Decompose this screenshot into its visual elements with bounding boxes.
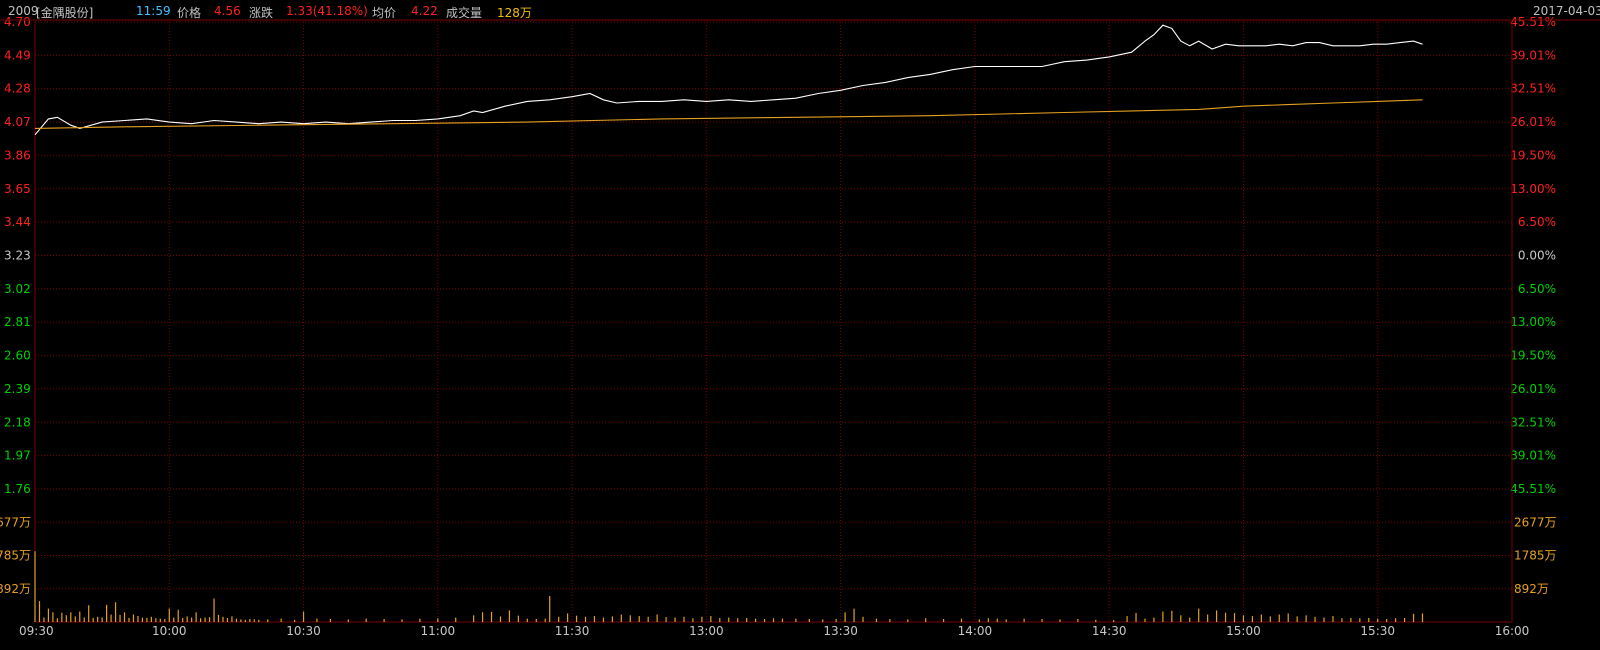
time-tick-label: 14:00 (958, 624, 993, 638)
price-tick-label: 4.49 (4, 48, 31, 62)
price-tick-label: 3.44 (4, 215, 31, 229)
percent-tick-label: 32.51% (1510, 82, 1556, 96)
price-tick-label: 2.18 (4, 415, 31, 429)
percent-tick-label: 19.50% (1510, 148, 1556, 162)
volume-tick-label: 892万 (0, 582, 31, 596)
price-tick-label: 3.65 (4, 182, 31, 196)
percent-tick-label: 19.50% (1510, 349, 1556, 363)
volume-tick-label: 1785万 (0, 549, 31, 563)
time-tick-label: 10:00 (152, 624, 187, 638)
percent-tick-label: 26.01% (1510, 115, 1556, 129)
price-tick-label: 3.86 (4, 148, 31, 162)
time-tick-label: 14:30 (1092, 624, 1127, 638)
percent-tick-label: 39.01% (1510, 48, 1556, 62)
price-tick-label: 4.28 (4, 82, 31, 96)
time-tick-label: 09:30 (19, 624, 54, 638)
price-tick-label: 1.97 (4, 449, 31, 463)
time-tick-label: 10:30 (286, 624, 321, 638)
intraday-chart: 4.70 45.51% 4.49 39.01% 4.28 32.51% 4.07 26.01%… (0, 15, 1600, 638)
percent-tick-label: 6.50% (1518, 215, 1556, 229)
percent-tick-label: 13.00% (1510, 182, 1556, 196)
percent-tick-label: 39.01% (1510, 449, 1556, 463)
price-tick-label: 4.70 (4, 15, 31, 29)
percent-tick-label: 13.00% (1510, 315, 1556, 329)
price-tick-label: 1.76 (4, 482, 31, 496)
time-tick-label: 11:30 (555, 624, 590, 638)
volume-tick-label: 892万 (1514, 582, 1549, 596)
percent-tick-label: 32.51% (1510, 415, 1556, 429)
time-tick-label: 13:30 (823, 624, 858, 638)
percent-tick-label: 45.51% (1510, 482, 1556, 496)
percent-tick-label: 0.00% (1518, 249, 1556, 263)
volume-tick-label: 1785万 (1514, 549, 1557, 563)
volume-tick-label: 2677万 (1514, 515, 1557, 529)
time-tick-label: 15:00 (1226, 624, 1261, 638)
price-tick-label: 4.07 (4, 115, 31, 129)
percent-tick-label: 6.50% (1518, 282, 1556, 296)
volume-tick-label: 2677万 (0, 515, 31, 529)
time-tick-label: 16:00 (1495, 624, 1530, 638)
time-tick-label: 11:00 (421, 624, 456, 638)
time-tick-label: 13:00 (689, 624, 724, 638)
average-price-line (34, 99, 1423, 129)
price-tick-label: 2.81 (4, 315, 31, 329)
price-tick-label: 2.60 (4, 349, 31, 363)
price-tick-label: 2.39 (4, 382, 31, 396)
time-tick-label: 15:30 (1360, 624, 1395, 638)
price-tick-label: 3.02 (4, 282, 31, 296)
percent-tick-label: 45.51% (1510, 15, 1556, 29)
percent-tick-label: 26.01% (1510, 382, 1556, 396)
price-tick-label: 3.23 (4, 249, 31, 263)
